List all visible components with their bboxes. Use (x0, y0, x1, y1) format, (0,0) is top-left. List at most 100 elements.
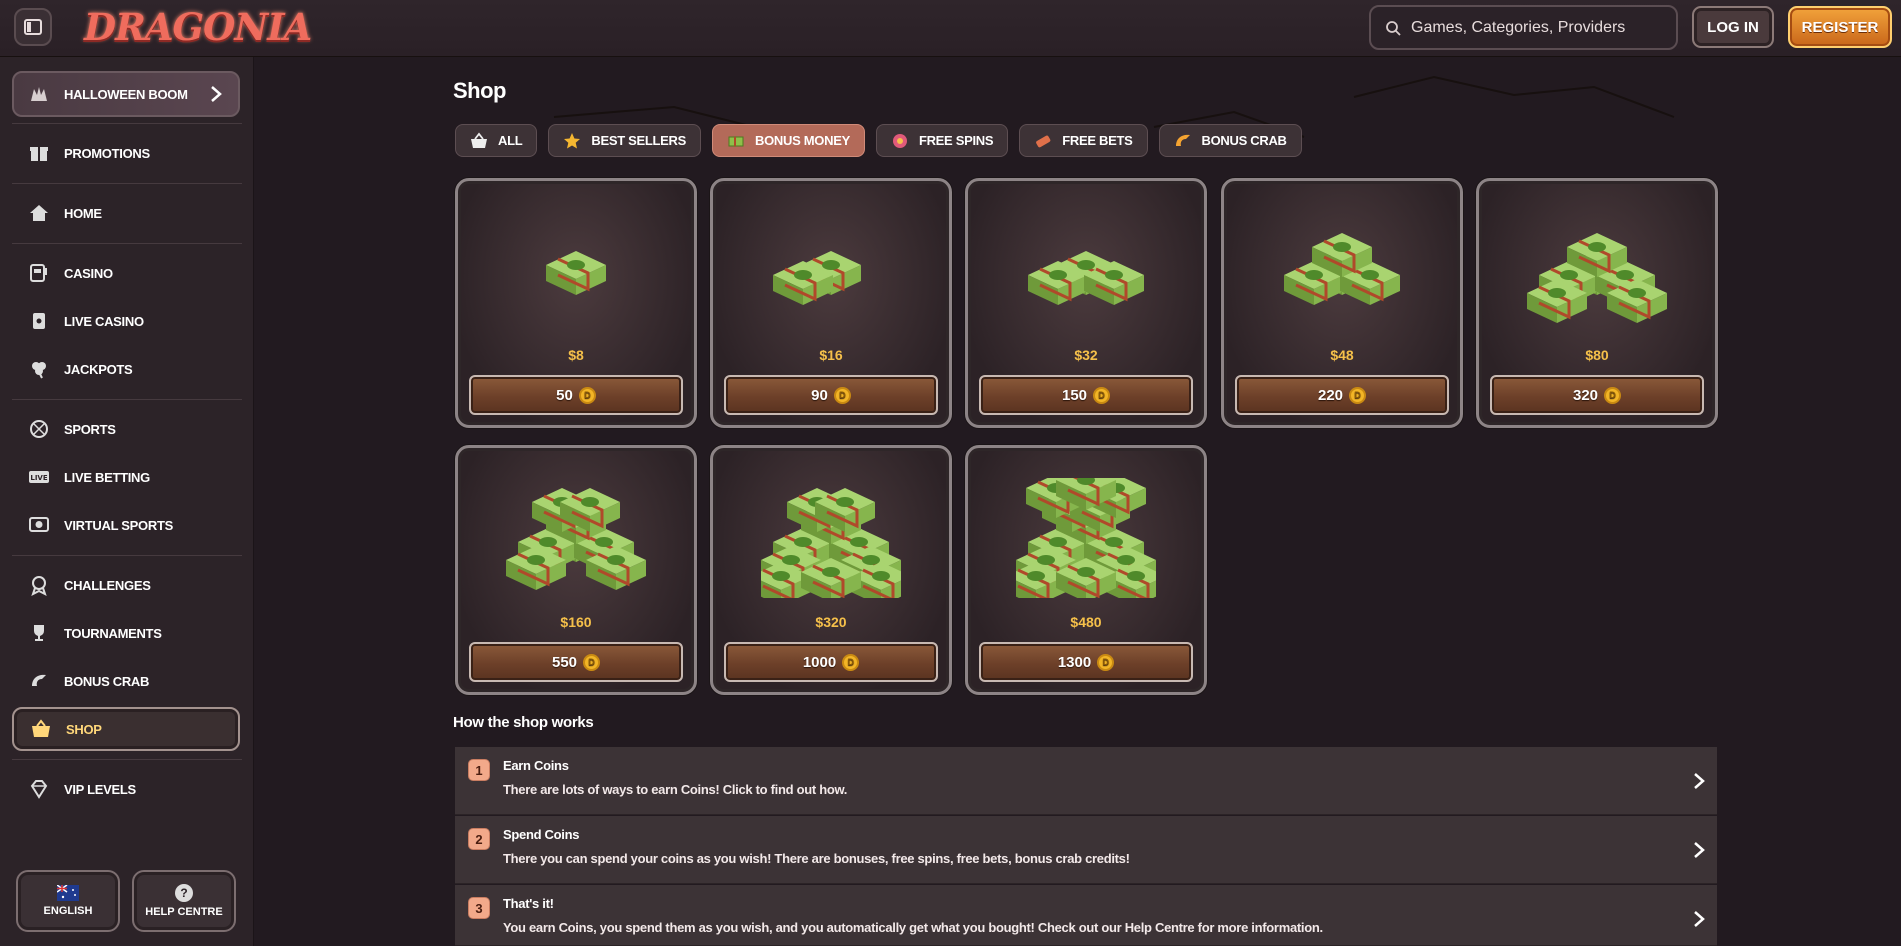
step-number: 2 (468, 828, 490, 850)
login-button[interactable]: LOG IN (1692, 6, 1774, 48)
sidebar-item-label: TOURNAMENTS (64, 625, 162, 641)
crab-claw-icon (1175, 134, 1190, 146)
help-centre-button[interactable]: ? HELP CENTRE (132, 870, 236, 932)
sidebar-item-bonus-crab[interactable]: BONUS CRAB (12, 661, 240, 701)
sidebar-item-tournaments[interactable]: TOURNAMENTS (12, 613, 240, 653)
coin-cost: 1300 (1057, 653, 1092, 671)
how-step-spend-coins[interactable]: 2 Spend Coins There you can spend your c… (455, 816, 1717, 884)
buy-with-coins-button[interactable]: 550 D (469, 642, 683, 682)
filter-all[interactable]: ALL (455, 124, 538, 157)
filter-label: BONUS MONEY (755, 133, 850, 148)
chevron-right-icon (1694, 842, 1705, 858)
step-description: You earn Coins, you spend them as you wi… (503, 920, 1323, 935)
step-description: There you can spend your coins as you wi… (503, 851, 1130, 866)
filter-bonus-money[interactable]: BONUS MONEY (712, 124, 865, 157)
sidebar-item-promotions[interactable]: PROMOTIONS (12, 133, 240, 173)
page-title: Shop (453, 78, 507, 103)
money-stack-image (1527, 233, 1667, 323)
sidebar-item-challenges[interactable]: CHALLENGES (12, 565, 240, 605)
sidebar-item-label: CASINO (64, 265, 113, 281)
promo-banner-label: HALLOWEEN BOOM (64, 86, 188, 102)
product-price: $16 (819, 347, 843, 363)
sidebar-item-live-casino[interactable]: LIVE CASINO (12, 301, 240, 341)
buy-with-coins-button[interactable]: 320 D (1490, 375, 1704, 415)
sidebar-item-shop[interactable]: SHOP (12, 707, 240, 751)
divider (12, 759, 242, 760)
sidebar-item-jackpots[interactable]: JACKPOTS (12, 349, 240, 389)
coin-icon: D (583, 653, 601, 671)
halloween-promo-banner[interactable]: HALLOWEEN BOOM (12, 71, 240, 117)
buy-with-coins-button[interactable]: 90 D (724, 375, 938, 415)
search-placeholder: Games, Categories, Providers (1411, 18, 1626, 36)
buy-with-coins-button[interactable]: 150 D (979, 375, 1193, 415)
buy-with-coins-button[interactable]: 1000 D (724, 642, 938, 682)
sidebar-item-label: LIVE CASINO (64, 313, 144, 329)
register-button[interactable]: REGISTER (1788, 6, 1892, 48)
money-stack-image (1016, 478, 1156, 598)
filter-bonus-crab[interactable]: BONUS CRAB (1158, 124, 1302, 157)
product-card[interactable]: $480 1300 D (965, 445, 1207, 695)
money-stack-image (506, 488, 646, 590)
coin-icon: D (578, 386, 596, 404)
coin-cost: 90 (811, 386, 828, 404)
divider (12, 123, 242, 124)
coin-icon: D (833, 386, 851, 404)
sidebar-item-label: JACKPOTS (64, 361, 133, 377)
product-price: $160 (560, 614, 592, 630)
product-card[interactable]: $80 320 D (1476, 178, 1718, 428)
sidebar-item-live-betting[interactable]: LIVE LIVE BETTING (12, 457, 240, 497)
sidebar-item-sports[interactable]: SPORTS (12, 409, 240, 449)
filter-free-bets[interactable]: FREE BETS (1019, 124, 1148, 157)
product-card[interactable]: $16 90 D (710, 178, 952, 428)
sidebar-item-virtual-sports[interactable]: VIRTUAL SPORTS (12, 505, 240, 545)
money-stack-image (761, 488, 901, 598)
filter-free-spins[interactable]: FREE SPINS (875, 124, 1009, 157)
filter-best-sellers[interactable]: BEST SELLERS (548, 124, 702, 157)
coin-icon: D (1097, 653, 1115, 671)
step-number: 1 (468, 759, 490, 781)
coin-cost: 150 (1061, 386, 1088, 404)
product-card[interactable]: $160 550 D (455, 445, 697, 695)
coin-cost: 1000 (802, 653, 837, 671)
product-card[interactable]: $48 220 D (1221, 178, 1463, 428)
live-icon: LIVE (29, 471, 49, 483)
logo[interactable]: DRAGONIA (84, 3, 312, 51)
coin-icon: D (1604, 386, 1622, 404)
language-label: ENGLISH (43, 905, 93, 917)
search-input[interactable]: Games, Categories, Providers (1369, 5, 1678, 50)
sidebar-toggle-button[interactable] (14, 8, 52, 46)
filter-label: ALL (498, 133, 523, 148)
virtual-ball-icon (29, 517, 49, 532)
chevron-right-icon (211, 86, 222, 102)
coin-cost: 320 (1572, 386, 1599, 404)
home-icon (30, 205, 48, 221)
step-description: There are lots of ways to earn Coins! Cl… (503, 782, 848, 797)
gift-icon (30, 147, 48, 161)
sidebar-item-vip-levels[interactable]: VIP LEVELS (12, 769, 240, 809)
product-card[interactable]: $320 1000 D (710, 445, 952, 695)
sidebar-item-casino[interactable]: CASINO (12, 253, 240, 293)
how-step-thats-it[interactable]: 3 That's it! You earn Coins, you spend t… (455, 885, 1717, 946)
buy-with-coins-button[interactable]: 220 D (1235, 375, 1449, 415)
sidebar-item-label: VIRTUAL SPORTS (64, 517, 173, 533)
how-step-earn-coins[interactable]: 1 Earn Coins There are lots of ways to e… (455, 747, 1717, 815)
sidebar-item-label: LIVE BETTING (64, 469, 150, 485)
step-title: Spend Coins (503, 827, 580, 842)
halloween-icon (31, 87, 47, 101)
money-stack-image (1028, 251, 1144, 305)
ball-icon (30, 420, 48, 438)
language-button[interactable]: ENGLISH (16, 870, 120, 932)
divider (12, 399, 242, 400)
product-card[interactable]: $8 50 D (455, 178, 697, 428)
buy-with-coins-button[interactable]: 50 D (469, 375, 683, 415)
sidebar-item-label: VIP LEVELS (64, 781, 136, 797)
search-icon (1386, 20, 1401, 36)
sidebar-item-home[interactable]: HOME (12, 193, 240, 233)
buy-with-coins-button[interactable]: 1300 D (979, 642, 1193, 682)
basket-icon (471, 132, 487, 148)
product-card[interactable]: $32 150 D (965, 178, 1207, 428)
product-price: $480 (1070, 614, 1102, 630)
basket-icon (32, 719, 50, 737)
divider (12, 183, 242, 184)
sidebar-item-label: BONUS CRAB (64, 673, 150, 689)
